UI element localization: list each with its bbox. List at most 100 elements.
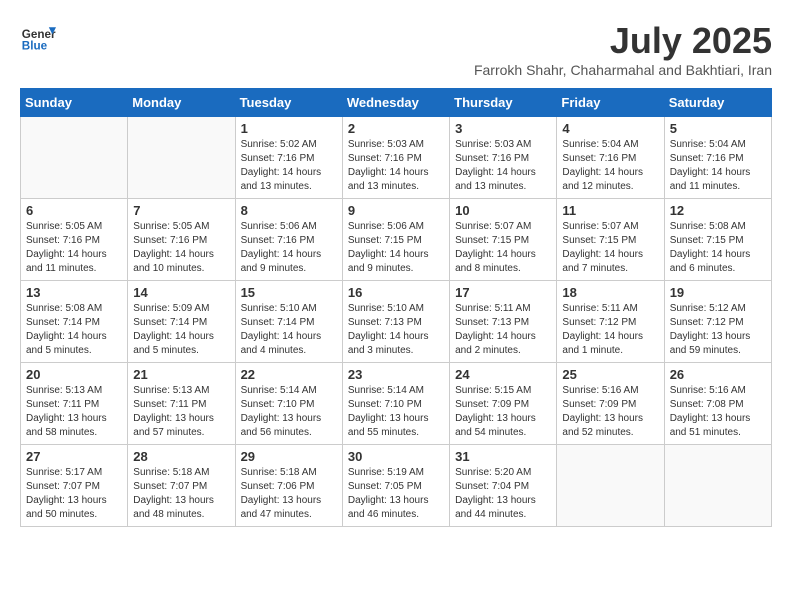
logo: General Blue [20,20,56,56]
logo-icon: General Blue [20,20,56,56]
day-header-sunday: Sunday [21,89,128,117]
day-number: 18 [562,285,658,300]
day-number: 21 [133,367,229,382]
day-info: Sunrise: 5:18 AM Sunset: 7:07 PM Dayligh… [133,466,229,522]
day-info: Sunrise: 5:06 AM Sunset: 7:16 PM Dayligh… [241,220,337,276]
day-number: 6 [26,203,122,218]
calendar: SundayMondayTuesdayWednesdayThursdayFrid… [20,88,772,527]
calendar-cell: 30 Sunrise: 5:19 AM Sunset: 7:05 PM Dayli… [342,445,449,527]
calendar-cell [21,117,128,199]
day-info: Sunrise: 5:03 AM Sunset: 7:16 PM Dayligh… [455,138,551,194]
calendar-cell: 23 Sunrise: 5:14 AM Sunset: 7:10 PM Dayli… [342,363,449,445]
day-info: Sunrise: 5:13 AM Sunset: 7:11 PM Dayligh… [133,384,229,440]
day-number: 2 [348,121,444,136]
week-row-3: 13Sunrise: 5:08 AM Sunset: 7:14 PM Dayli… [21,281,772,363]
day-number: 1 [241,121,337,136]
calendar-cell: 16Sunrise: 5:10 AM Sunset: 7:13 PM Dayli… [342,281,449,363]
calendar-cell: 24 Sunrise: 5:15 AM Sunset: 7:09 PM Dayli… [450,363,557,445]
day-number: 9 [348,203,444,218]
day-info: Sunrise: 5:04 AM Sunset: 7:16 PM Dayligh… [562,138,658,194]
calendar-cell: 15 Sunrise: 5:10 AM Sunset: 7:14 PM Dayli… [235,281,342,363]
day-info: Sunrise: 5:11 AM Sunset: 7:12 PM Dayligh… [562,302,658,358]
day-info: Sunrise: 5:17 AM Sunset: 7:07 PM Dayligh… [26,466,122,522]
week-row-2: 6 Sunrise: 5:05 AM Sunset: 7:16 PM Daylig… [21,199,772,281]
day-info: Sunrise: 5:05 AM Sunset: 7:16 PM Dayligh… [133,220,229,276]
day-info: Sunrise: 5:14 AM Sunset: 7:10 PM Dayligh… [241,384,337,440]
day-number: 23 [348,367,444,382]
week-row-1: 1 Sunrise: 5:02 AM Sunset: 7:16 PM Daylig… [21,117,772,199]
calendar-cell [557,445,664,527]
calendar-header-row: SundayMondayTuesdayWednesdayThursdayFrid… [21,89,772,117]
day-header-monday: Monday [128,89,235,117]
calendar-cell: 20 Sunrise: 5:13 AM Sunset: 7:11 PM Dayli… [21,363,128,445]
day-number: 17 [455,285,551,300]
day-number: 11 [562,203,658,218]
day-info: Sunrise: 5:14 AM Sunset: 7:10 PM Dayligh… [348,384,444,440]
day-header-tuesday: Tuesday [235,89,342,117]
day-header-friday: Friday [557,89,664,117]
day-number: 4 [562,121,658,136]
calendar-cell: 21 Sunrise: 5:13 AM Sunset: 7:11 PM Dayli… [128,363,235,445]
day-info: Sunrise: 5:15 AM Sunset: 7:09 PM Dayligh… [455,384,551,440]
calendar-cell: 2Sunrise: 5:03 AM Sunset: 7:16 PM Daylig… [342,117,449,199]
day-info: Sunrise: 5:08 AM Sunset: 7:15 PM Dayligh… [670,220,766,276]
calendar-cell [664,445,771,527]
page-header: General Blue July 2025 Farrokh Shahr, Ch… [20,20,772,78]
calendar-cell: 3 Sunrise: 5:03 AM Sunset: 7:16 PM Daylig… [450,117,557,199]
day-info: Sunrise: 5:07 AM Sunset: 7:15 PM Dayligh… [455,220,551,276]
day-number: 28 [133,449,229,464]
day-info: Sunrise: 5:10 AM Sunset: 7:13 PM Dayligh… [348,302,444,358]
day-info: Sunrise: 5:16 AM Sunset: 7:09 PM Dayligh… [562,384,658,440]
calendar-cell: 8 Sunrise: 5:06 AM Sunset: 7:16 PM Daylig… [235,199,342,281]
calendar-cell: 26 Sunrise: 5:16 AM Sunset: 7:08 PM Dayli… [664,363,771,445]
calendar-cell: 18 Sunrise: 5:11 AM Sunset: 7:12 PM Dayli… [557,281,664,363]
week-row-5: 27 Sunrise: 5:17 AM Sunset: 7:07 PM Dayli… [21,445,772,527]
day-number: 15 [241,285,337,300]
calendar-cell: 31 Sunrise: 5:20 AM Sunset: 7:04 PM Dayli… [450,445,557,527]
svg-text:Blue: Blue [22,40,48,53]
day-header-saturday: Saturday [664,89,771,117]
day-number: 27 [26,449,122,464]
day-number: 10 [455,203,551,218]
day-info: Sunrise: 5:18 AM Sunset: 7:06 PM Dayligh… [241,466,337,522]
calendar-cell: 7Sunrise: 5:05 AM Sunset: 7:16 PM Daylig… [128,199,235,281]
calendar-cell: 17 Sunrise: 5:11 AM Sunset: 7:13 PM Dayli… [450,281,557,363]
day-info: Sunrise: 5:10 AM Sunset: 7:14 PM Dayligh… [241,302,337,358]
day-info: Sunrise: 5:20 AM Sunset: 7:04 PM Dayligh… [455,466,551,522]
title-section: July 2025 Farrokh Shahr, Chaharmahal and… [474,20,772,78]
day-number: 29 [241,449,337,464]
calendar-cell: 5Sunrise: 5:04 AM Sunset: 7:16 PM Daylig… [664,117,771,199]
day-number: 31 [455,449,551,464]
calendar-cell: 28 Sunrise: 5:18 AM Sunset: 7:07 PM Dayli… [128,445,235,527]
calendar-cell: 19Sunrise: 5:12 AM Sunset: 7:12 PM Dayli… [664,281,771,363]
calendar-cell: 11Sunrise: 5:07 AM Sunset: 7:15 PM Dayli… [557,199,664,281]
calendar-cell: 25 Sunrise: 5:16 AM Sunset: 7:09 PM Dayli… [557,363,664,445]
day-info: Sunrise: 5:19 AM Sunset: 7:05 PM Dayligh… [348,466,444,522]
calendar-cell: 1 Sunrise: 5:02 AM Sunset: 7:16 PM Daylig… [235,117,342,199]
day-number: 26 [670,367,766,382]
day-info: Sunrise: 5:08 AM Sunset: 7:14 PM Dayligh… [26,302,122,358]
day-info: Sunrise: 5:02 AM Sunset: 7:16 PM Dayligh… [241,138,337,194]
day-number: 30 [348,449,444,464]
day-number: 19 [670,285,766,300]
day-number: 25 [562,367,658,382]
subtitle: Farrokh Shahr, Chaharmahal and Bakhtiari… [474,62,772,78]
day-info: Sunrise: 5:13 AM Sunset: 7:11 PM Dayligh… [26,384,122,440]
calendar-cell: 4 Sunrise: 5:04 AM Sunset: 7:16 PM Daylig… [557,117,664,199]
day-info: Sunrise: 5:11 AM Sunset: 7:13 PM Dayligh… [455,302,551,358]
day-number: 20 [26,367,122,382]
day-info: Sunrise: 5:09 AM Sunset: 7:14 PM Dayligh… [133,302,229,358]
week-row-4: 20 Sunrise: 5:13 AM Sunset: 7:11 PM Dayli… [21,363,772,445]
day-info: Sunrise: 5:05 AM Sunset: 7:16 PM Dayligh… [26,220,122,276]
day-number: 24 [455,367,551,382]
day-number: 8 [241,203,337,218]
calendar-cell: 29 Sunrise: 5:18 AM Sunset: 7:06 PM Dayli… [235,445,342,527]
day-header-wednesday: Wednesday [342,89,449,117]
calendar-cell: 9Sunrise: 5:06 AM Sunset: 7:15 PM Daylig… [342,199,449,281]
day-number: 22 [241,367,337,382]
calendar-cell: 22 Sunrise: 5:14 AM Sunset: 7:10 PM Dayli… [235,363,342,445]
day-info: Sunrise: 5:16 AM Sunset: 7:08 PM Dayligh… [670,384,766,440]
day-number: 3 [455,121,551,136]
day-number: 5 [670,121,766,136]
calendar-cell: 12Sunrise: 5:08 AM Sunset: 7:15 PM Dayli… [664,199,771,281]
